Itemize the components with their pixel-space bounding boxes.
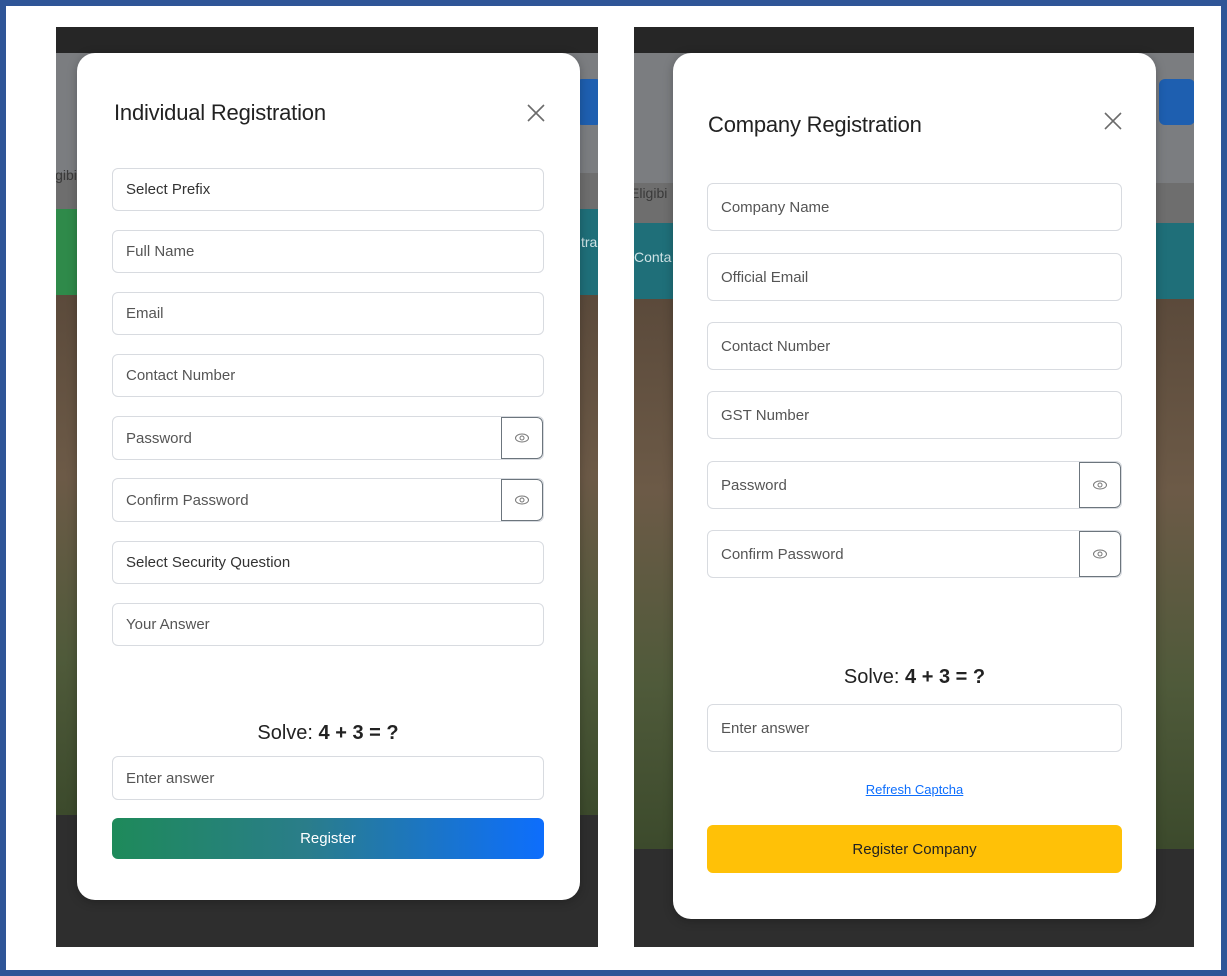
official-email-placeholder: Official Email [721,268,809,286]
nav-green-strip [56,209,78,295]
toggle-password-button[interactable] [501,417,543,459]
gst-number-field[interactable]: GST Number [707,391,1122,439]
eye-icon [515,495,529,505]
prefix-select[interactable]: Select Prefix [112,168,544,211]
captcha-answer-placeholder: Enter answer [126,769,215,787]
captcha-answer-placeholder: Enter answer [721,719,810,737]
contact-number-placeholder: Contact Number [126,367,236,384]
modal-title: Company Registration [708,112,922,137]
top-bar [634,27,1194,53]
toggle-password-button[interactable] [1079,462,1121,508]
prefix-select-value: Select Prefix [126,181,211,198]
top-bar [56,27,598,53]
contact-number-placeholder: Contact Number [721,337,831,355]
captcha-prefix: Solve: [843,666,906,688]
password-field[interactable]: Password [112,416,544,460]
email-field[interactable]: Email [112,292,544,335]
company-name-field[interactable]: Company Name [707,183,1122,231]
eligibility-tab-peek: Eligibi [634,185,668,201]
password-field[interactable]: Password [707,461,1122,509]
confirm-password-placeholder: Confirm Password [126,491,249,509]
captcha-expression: 4 + 3 = ? [318,722,399,744]
close-icon[interactable] [1103,111,1123,131]
toggle-confirm-password-button[interactable] [501,479,543,521]
security-question-select[interactable]: Select Security Question [112,541,544,584]
confirm-password-field[interactable]: Confirm Password [707,530,1122,578]
full-name-placeholder: Full Name [126,243,195,260]
close-icon[interactable] [526,103,546,123]
official-email-field[interactable]: Official Email [707,253,1122,301]
confirm-password-placeholder: Confirm Password [721,545,844,563]
contact-tab-peek: Conta [634,249,672,265]
captcha-prefix: Solve: [257,722,319,744]
captcha-expression: 4 + 3 = ? [905,666,986,688]
register-company-button[interactable]: Register Company [707,825,1122,873]
captcha-question: Solve: 4 + 3 = ? [112,722,544,745]
individual-registration-modal: Individual Registration Select Prefix Fu… [77,53,580,900]
header-button [1159,79,1194,125]
security-question-value: Select Security Question [126,554,291,571]
captcha-question: Solve: 4 + 3 = ? [707,666,1122,689]
refresh-captcha-link[interactable]: Refresh Captcha [707,782,1122,797]
captcha-answer-field[interactable]: Enter answer [707,704,1122,752]
email-placeholder: Email [126,305,164,322]
eye-icon [1093,480,1107,490]
company-name-placeholder: Company Name [721,198,830,216]
eye-icon [1093,549,1107,559]
eye-icon [515,433,529,443]
confirm-password-field[interactable]: Confirm Password [112,478,544,522]
register-button[interactable]: Register [112,818,544,859]
gst-number-placeholder: GST Number [721,406,810,424]
security-answer-placeholder: Your Answer [126,616,210,633]
password-placeholder: Password [721,476,787,494]
full-name-field[interactable]: Full Name [112,230,544,273]
toggle-confirm-password-button[interactable] [1079,531,1121,577]
captcha-answer-field[interactable]: Enter answer [112,756,544,800]
nav-item-peek: tra [581,234,598,250]
modal-title: Individual Registration [114,100,326,125]
contact-number-field[interactable]: Contact Number [112,354,544,397]
security-answer-field[interactable]: Your Answer [112,603,544,646]
contact-number-field[interactable]: Contact Number [707,322,1122,370]
company-registration-modal: Company Registration Company Name Offici… [673,53,1156,919]
password-placeholder: Password [126,429,192,447]
eligibility-tab-peek: igibi [56,167,77,183]
